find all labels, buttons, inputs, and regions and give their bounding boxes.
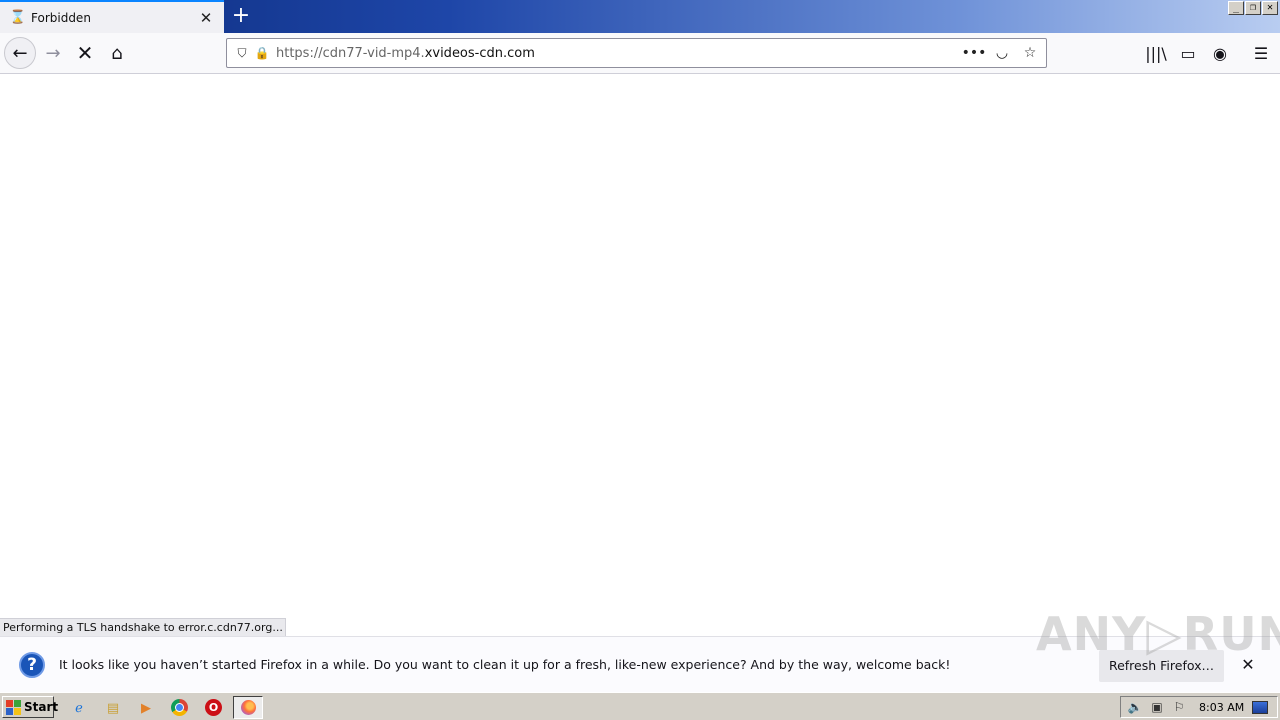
opera-icon[interactable]: O (205, 699, 222, 716)
question-icon: ? (19, 651, 45, 678)
volume-icon[interactable]: 🔈 (1127, 699, 1143, 715)
status-panel: Performing a TLS handshake to error.c.cd… (0, 618, 286, 636)
taskbar: Start ℯ ▤ ▶ O 🔈 ▣ ⚐ 8:03 AM (0, 692, 1280, 720)
browser-titlebar: ⌛ Forbidden ✕ + _ ❐ ✕ (0, 0, 1280, 33)
minimize-button[interactable]: _ (1228, 1, 1244, 15)
start-label: Start (24, 700, 59, 714)
tab-forbidden[interactable]: ⌛ Forbidden ✕ (0, 0, 224, 33)
new-tab-button[interactable]: + (230, 5, 252, 27)
action-center-flag-icon[interactable]: ⚐ (1171, 699, 1187, 715)
stop-button[interactable]: ✕ (69, 37, 101, 69)
window-controls: _ ❐ ✕ (1228, 1, 1278, 15)
system-tray: 🔈 ▣ ⚐ 8:03 AM (1120, 696, 1278, 718)
library-button[interactable]: |||\ (1140, 37, 1172, 69)
bookmark-star-icon[interactable]: ☆ (1018, 41, 1042, 65)
tab-close-icon[interactable]: ✕ (198, 10, 214, 26)
close-window-button[interactable]: ✕ (1262, 1, 1278, 15)
tracking-shield-icon[interactable]: ⛉ (234, 45, 250, 61)
url-prefix: https://cdn77-vid-mp4. (276, 45, 425, 61)
url-bar[interactable]: ⛉ 🔒 https://cdn77-vid-mp4.xvideos-cdn.co… (226, 38, 1047, 68)
sidebar-button[interactable]: ▭ (1172, 37, 1204, 69)
notification-close-icon[interactable]: ✕ (1239, 656, 1257, 674)
url-text[interactable]: https://cdn77-vid-mp4.xvideos-cdn.com (276, 46, 962, 61)
refresh-notification-bar: ? It looks like you haven’t started Fire… (0, 636, 1280, 692)
firefox-taskbar-button[interactable] (233, 696, 263, 719)
pocket-icon[interactable]: ◡ (990, 41, 1014, 65)
hourglass-icon: ⌛ (9, 10, 27, 25)
account-button[interactable]: ◉ (1204, 37, 1236, 69)
chrome-icon[interactable] (171, 699, 188, 716)
network-icon[interactable]: ▣ (1149, 699, 1165, 715)
page-actions-icon[interactable]: ••• (962, 41, 987, 65)
url-domain: xvideos-cdn.com (424, 45, 535, 61)
firefox-icon (240, 700, 256, 715)
notification-message: It looks like you haven’t started Firefo… (59, 657, 951, 672)
forward-button[interactable]: → (37, 37, 69, 69)
home-button[interactable]: ⌂ (101, 37, 133, 69)
explorer-icon[interactable]: ▤ (104, 699, 122, 717)
restore-button[interactable]: ❐ (1245, 1, 1261, 15)
start-button[interactable]: Start (2, 696, 58, 718)
refresh-firefox-button[interactable]: Refresh Firefox… (1099, 650, 1224, 682)
tab-title: Forbidden (31, 10, 91, 25)
navigation-toolbar: ← → ✕ ⌂ ⛉ 🔒 https://cdn77-vid-mp4.xvideo… (0, 33, 1280, 74)
clock[interactable]: 8:03 AM (1199, 701, 1244, 714)
show-desktop-icon[interactable] (1252, 700, 1269, 714)
windows-logo-icon (6, 699, 21, 715)
ie-icon[interactable]: ℯ (70, 699, 88, 717)
back-button[interactable]: ← (4, 37, 36, 69)
media-player-icon[interactable]: ▶ (137, 699, 155, 717)
screen: ⌛ Forbidden ✕ + _ ❐ ✕ ← → ✕ ⌂ ⛉ 🔒 https:… (0, 0, 1280, 720)
page-content (0, 74, 1280, 636)
menu-button[interactable]: ☰ (1245, 37, 1277, 69)
lock-icon[interactable]: 🔒 (254, 45, 270, 61)
